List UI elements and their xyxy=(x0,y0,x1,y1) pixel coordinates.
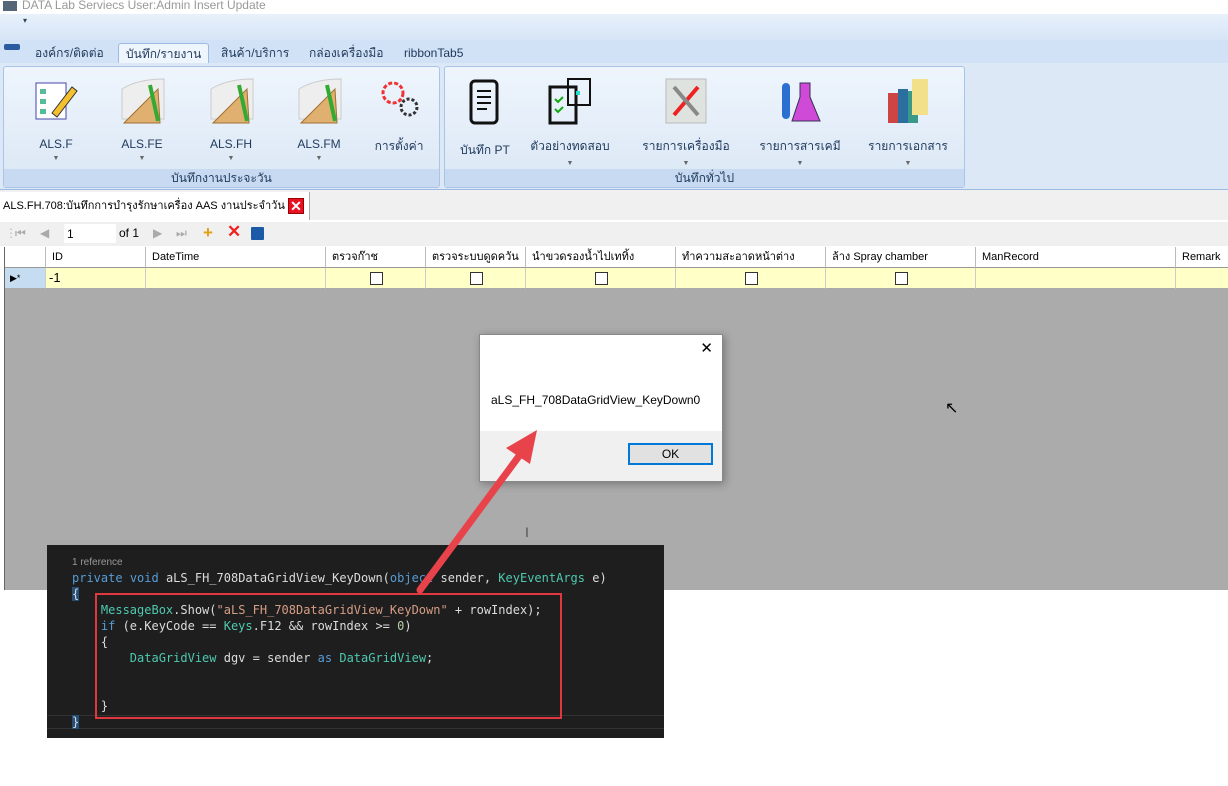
gears-icon xyxy=(381,81,419,117)
move-first-icon[interactable]: ⏮ xyxy=(15,226,26,241)
ok-button[interactable]: OK xyxy=(628,443,713,465)
notebook-icon xyxy=(469,79,499,125)
move-next-icon[interactable]: ▶ xyxy=(153,226,162,240)
books-icon xyxy=(888,79,928,123)
cell-remark[interactable] xyxy=(1176,268,1228,289)
move-last-icon[interactable]: ⏭ xyxy=(176,226,187,241)
column-header-datetime[interactable]: DateTime xyxy=(146,247,326,268)
close-icon[interactable]: ✕ xyxy=(700,339,713,357)
column-header-manrecord[interactable]: ManRecord xyxy=(976,247,1176,268)
app-icon xyxy=(3,1,17,11)
tab-ribbontab5[interactable]: ribbonTab5 xyxy=(397,43,470,64)
column-header-exhaust-check[interactable]: ตรวจระบบดูดควัน xyxy=(426,247,526,268)
group-label: บันทึกทั่วไป xyxy=(445,169,964,187)
count-label: of 1 xyxy=(119,226,140,240)
dropdown-arrow-icon: ▼ xyxy=(796,160,804,167)
column-header-gas-check[interactable]: ตรวจก๊าช xyxy=(326,247,426,268)
checkbox[interactable] xyxy=(369,272,383,285)
cell-datetime[interactable] xyxy=(146,268,326,289)
checkbox[interactable] xyxy=(469,272,483,285)
ruler-pencil-icon xyxy=(210,78,254,124)
chemical-list-button[interactable]: รายการสารเคมี ▼ xyxy=(755,75,845,167)
code-line: { xyxy=(72,587,80,601)
message-text: aLS_FH_708DataGridView_KeyDown0 xyxy=(491,393,701,407)
checkbox[interactable] xyxy=(594,272,608,285)
column-header-clean-window[interactable]: ทำความสะอาดหน้าต่าง xyxy=(676,247,826,268)
quick-access-toolbar: ▾ xyxy=(0,14,1228,40)
group-label: บันทึกงานประจะวัน xyxy=(4,169,439,187)
ruler-pencil-icon xyxy=(298,78,342,124)
dropdown-arrow-icon: ▼ xyxy=(315,155,323,162)
als-f-button[interactable]: ALS.F ▼ xyxy=(16,75,96,162)
dropdown-arrow-icon: ▼ xyxy=(227,155,235,162)
close-tab-icon[interactable]: ✕ xyxy=(288,198,304,214)
dropdown-arrow-icon: ▼ xyxy=(682,160,690,167)
document-tab[interactable]: ALS.FH.708:บันทึกการบำรุงรักษาเครื่อง AA… xyxy=(0,192,310,220)
code-line: private void aLS_FH_708DataGridView_KeyD… xyxy=(72,571,607,585)
move-previous-icon[interactable]: ◀ xyxy=(40,226,49,240)
window-title: DATA Lab Serviecs User:Admin Insert Upda… xyxy=(22,0,266,12)
settings-button[interactable]: การตั้งค่า xyxy=(359,75,439,156)
cell-id[interactable]: -1 xyxy=(46,268,146,289)
ribbon: ALS.F ▼ ALS.FE ▼ ALS.FH ▼ ALS.FM ▼ การตั้งค่… xyxy=(0,63,1228,190)
title-bar: DATA Lab Serviecs User:Admin Insert Upda… xyxy=(0,0,1228,14)
dropdown-arrow-icon: ▼ xyxy=(138,155,146,162)
dialog-footer: OK xyxy=(480,431,722,481)
mouse-cursor-icon: ↖ xyxy=(945,400,959,417)
dropdown-arrow-icon: ▼ xyxy=(904,160,912,167)
column-header-drain-bottle[interactable]: นำขวดรองน้ำไปเททิ้ง xyxy=(526,247,676,268)
highlight-box xyxy=(95,593,562,719)
text-cursor-icon: I xyxy=(525,524,529,540)
group-daily-records: ALS.F ▼ ALS.FE ▼ ALS.FH ▼ ALS.FM ▼ การตั้งค่… xyxy=(3,66,440,188)
column-header-remark[interactable]: Remark xyxy=(1176,247,1228,268)
row-header-corner xyxy=(5,247,46,268)
tab-products-services[interactable]: สินค้า/บริการ xyxy=(214,43,296,64)
cell-spray-chamber[interactable] xyxy=(826,268,976,289)
new-row-indicator-icon[interactable]: ▶* xyxy=(5,268,46,289)
tab-toolbox[interactable]: กล่องเครื่องมือ xyxy=(302,43,390,64)
save-icon[interactable] xyxy=(251,227,264,240)
dropdown-arrow-icon: ▼ xyxy=(566,160,574,167)
flask-icon xyxy=(782,82,821,122)
tools-icon xyxy=(665,78,707,124)
group-general-records: บันทึก PT ตัวอย่างทดสอบ ▼ รายการเครื่องมื… xyxy=(444,66,965,188)
reference-count: 1 reference xyxy=(72,557,123,568)
dropdown-arrow-icon: ▼ xyxy=(52,155,60,162)
test-sample-button[interactable]: ตัวอย่างทดสอบ ▼ xyxy=(525,75,615,167)
cell-manrecord[interactable] xyxy=(976,268,1176,289)
document-list-button[interactable]: รายการเอกสาร ▼ xyxy=(863,75,953,167)
cell-gas-check[interactable] xyxy=(326,268,426,289)
ruler-pencil-icon xyxy=(121,78,165,124)
add-new-icon[interactable]: + xyxy=(203,223,213,243)
message-box: ✕ aLS_FH_708DataGridView_KeyDown0 OK xyxy=(479,334,723,482)
app-menu-button[interactable] xyxy=(4,44,20,50)
column-header-spray-chamber[interactable]: ล้าง Spray chamber xyxy=(826,247,976,268)
cell-clean-window[interactable] xyxy=(676,268,826,289)
cell-exhaust-check[interactable] xyxy=(426,268,526,289)
ribbon-tabs: องค์กร/ติดต่อ บันทึก/รายงาน สินค้า/บริกา… xyxy=(0,40,1228,64)
als-fh-button[interactable]: ALS.FH ▼ xyxy=(191,75,271,162)
tab-records-reports[interactable]: บันทึก/รายงาน xyxy=(118,43,210,64)
code-line: } xyxy=(72,715,80,729)
column-header-id[interactable]: ID xyxy=(46,247,146,268)
code-snippet: 1 reference private void aLS_FH_708DataG… xyxy=(47,545,664,738)
position-input[interactable] xyxy=(64,224,116,243)
als-fm-button[interactable]: ALS.FM ▼ xyxy=(279,75,359,162)
delete-icon[interactable]: ✕ xyxy=(227,222,241,242)
tab-organization[interactable]: องค์กร/ติดต่อ xyxy=(28,43,111,64)
checklist-pencil-icon xyxy=(35,82,78,120)
clipboard-box-icon xyxy=(548,78,591,125)
binding-navigator: ⋮ ⏮ ◀ of 1 ▶ ⏭ + ✕ xyxy=(0,222,1228,246)
cell-drain-bottle[interactable] xyxy=(526,268,676,289)
als-fe-button[interactable]: ALS.FE ▼ xyxy=(102,75,182,162)
equipment-list-button[interactable]: รายการเครื่องมือ ▼ xyxy=(641,75,731,167)
checkbox[interactable] xyxy=(894,272,908,285)
checkbox[interactable] xyxy=(744,272,758,285)
pt-record-button[interactable]: บันทึก PT xyxy=(445,75,525,160)
customize-dropdown-icon[interactable]: ▾ xyxy=(23,16,27,25)
